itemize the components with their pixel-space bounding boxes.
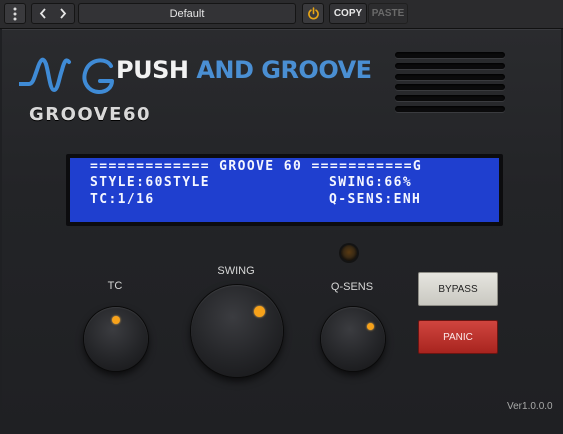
lcd-display-frame: ============= GROOVE 60 ===========G STY… bbox=[66, 154, 503, 226]
vent-slot bbox=[395, 62, 505, 69]
swing-knob[interactable] bbox=[191, 285, 283, 377]
tc-knob-label: TC bbox=[107, 280, 123, 292]
vent-slot bbox=[395, 73, 505, 80]
qsens-knob-indicator bbox=[367, 323, 374, 330]
status-led bbox=[341, 245, 357, 261]
menu-button[interactable] bbox=[4, 3, 26, 24]
lcd-line-1: ============= GROOVE 60 ===========G bbox=[90, 159, 423, 174]
version-label: Ver1.0.0.0 bbox=[507, 401, 553, 412]
menu-dots-icon bbox=[13, 7, 17, 20]
copy-button[interactable]: COPY bbox=[329, 3, 367, 24]
lcd-tc-value: TC:1/16 bbox=[90, 192, 155, 207]
plugin-panel: PUSH AND GROOVE GROOVE60 ============= G… bbox=[2, 29, 561, 432]
preset-navigation bbox=[31, 3, 75, 24]
next-preset-button[interactable] bbox=[53, 8, 73, 19]
lcd-qsens-value: Q-SENS:ENH bbox=[329, 192, 422, 207]
paste-button[interactable]: PASTE bbox=[368, 3, 408, 24]
brand-name: PUSH AND GROOVE bbox=[116, 56, 372, 84]
power-button[interactable] bbox=[302, 3, 324, 24]
vent-slot bbox=[395, 95, 505, 102]
preset-selector[interactable]: Default bbox=[78, 3, 296, 24]
chevron-right-icon bbox=[60, 8, 67, 19]
host-toolbar: Default COPY PASTE bbox=[0, 0, 563, 29]
lcd-style-value: STYLE:60STYLE bbox=[90, 175, 210, 190]
swing-knob-label: SWING bbox=[217, 265, 255, 277]
speaker-vents bbox=[395, 52, 505, 117]
plugin-window: Default COPY PASTE PUSH AND GROOVE GROOV… bbox=[0, 0, 563, 434]
vent-slot bbox=[395, 52, 505, 58]
tc-knob-indicator bbox=[112, 316, 120, 324]
chevron-left-icon bbox=[39, 8, 46, 19]
panic-button[interactable]: PANIC bbox=[418, 320, 498, 354]
qsens-knob-label: Q-SENS bbox=[330, 281, 374, 293]
swing-knob-indicator bbox=[254, 306, 265, 317]
vent-slot bbox=[395, 84, 505, 91]
power-icon bbox=[307, 7, 319, 20]
brand-push-text: PUSH bbox=[116, 56, 189, 84]
lcd-display: ============= GROOVE 60 ===========G STY… bbox=[70, 158, 499, 222]
vent-slot bbox=[395, 105, 505, 112]
tc-knob[interactable] bbox=[84, 307, 148, 371]
bypass-button[interactable]: BYPASS bbox=[418, 272, 498, 306]
qsens-knob[interactable] bbox=[321, 307, 385, 371]
brand-groove-text: AND GROOVE bbox=[196, 56, 372, 84]
product-name: GROOVE60 bbox=[29, 104, 152, 125]
lcd-swing-value: SWING:66% bbox=[329, 175, 413, 190]
previous-preset-button[interactable] bbox=[33, 8, 53, 19]
